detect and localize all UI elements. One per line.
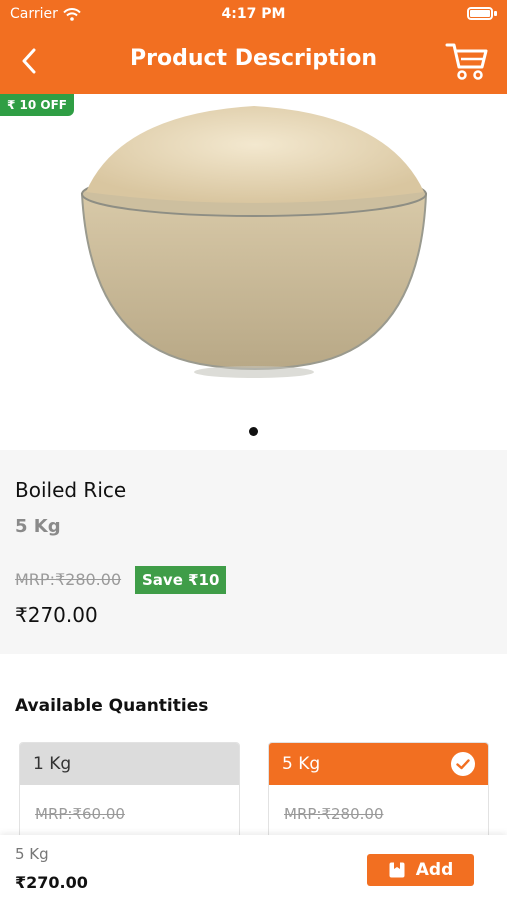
available-quantities-title: Available Quantities (15, 696, 209, 716)
carousel-indicator[interactable] (249, 427, 258, 436)
cart-icon (445, 43, 488, 80)
quantity-label: 1 Kg (33, 754, 72, 774)
quantity-label: 5 Kg (282, 754, 321, 774)
bottom-price: ₹270.00 (15, 873, 88, 892)
save-badge: Save ₹10 (135, 566, 227, 594)
offer-badge: ₹ 10 OFF (0, 94, 74, 116)
check-icon (451, 752, 475, 776)
quantity-mrp: MRP:₹280.00 (284, 805, 384, 823)
add-to-cart-button[interactable]: Add (367, 854, 474, 886)
rice-bowl-image (80, 106, 428, 378)
product-mrp: MRP:₹280.00 (15, 570, 122, 589)
cart-button[interactable] (445, 40, 489, 82)
quantity-mrp: MRP:₹60.00 (35, 805, 125, 823)
product-image[interactable] (0, 94, 507, 450)
bag-icon (389, 862, 405, 878)
add-button-label: Add (415, 860, 454, 880)
product-weight: 5 Kg (15, 516, 61, 537)
battery-tip (494, 11, 497, 16)
product-price: ₹270.00 (15, 603, 98, 627)
bottom-weight: 5 Kg (15, 845, 49, 863)
status-time: 4:17 PM (221, 6, 286, 22)
battery-icon (467, 7, 493, 20)
page-title: Product Description (129, 46, 377, 71)
status-bar: Carrier 4:17 PM (0, 0, 507, 28)
quantity-option-header: 1 Kg (20, 743, 239, 785)
quantity-option-header: 5 Kg (269, 743, 488, 785)
product-name: Boiled Rice (15, 478, 127, 502)
